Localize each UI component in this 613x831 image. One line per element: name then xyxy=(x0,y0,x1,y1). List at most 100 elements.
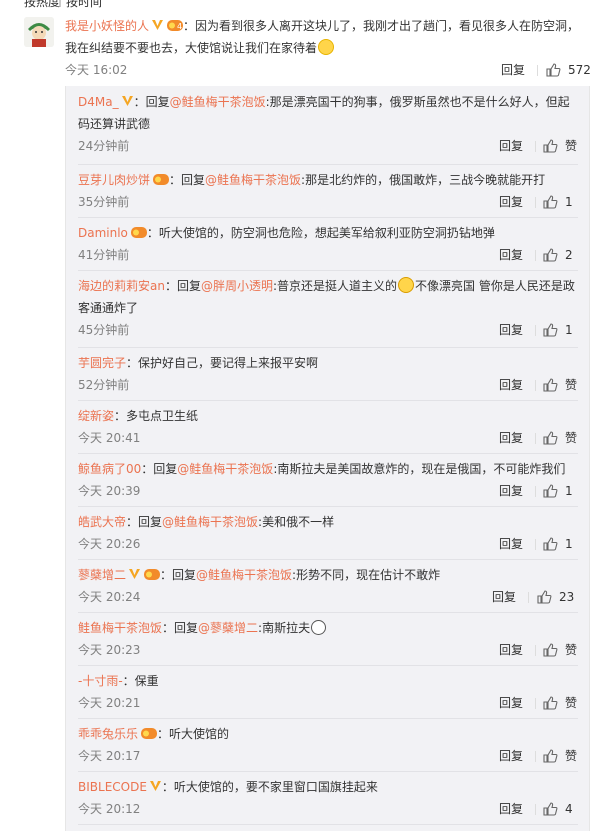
thumbs-up-icon xyxy=(543,749,558,763)
reply-body: :南斯拉夫 xyxy=(258,621,311,635)
thumbs-up-icon xyxy=(543,696,558,710)
like-count: 赞 xyxy=(565,643,578,657)
reply-body: ：听大使馆的，要不家里窗口国旗挂起来 xyxy=(161,780,378,794)
reply-time: 今天 20:41 xyxy=(78,431,141,445)
reply-username[interactable]: -十寸雨- xyxy=(78,674,123,688)
reply-button[interactable]: 回复 xyxy=(499,747,523,765)
reply-text: 芋圆完子：保护好自己，要记得上来报平安啊 xyxy=(78,352,578,374)
like-button[interactable]: 赞 xyxy=(543,641,583,659)
divider xyxy=(535,141,536,152)
like-button[interactable]: 1 xyxy=(543,193,583,211)
reply-button[interactable]: 回复 xyxy=(499,321,523,339)
reply-button[interactable]: 回复 xyxy=(499,641,523,659)
reply-divider xyxy=(78,771,578,772)
like-count: 23 xyxy=(559,590,575,604)
like-button[interactable]: 赞 xyxy=(543,137,583,155)
reply-meta: 41分钟前 回复 2 xyxy=(78,246,578,264)
reply-meta: 今天 20:26 回复 1 xyxy=(78,535,578,553)
like-button[interactable]: 1 xyxy=(543,321,583,339)
reply-username[interactable]: Daminlo xyxy=(78,226,128,240)
reply-divider xyxy=(78,824,578,825)
reply-button[interactable]: 回复 xyxy=(499,429,523,447)
reply-username[interactable]: 豆芽儿肉炒饼 xyxy=(78,173,150,187)
divider xyxy=(535,645,536,656)
reply-username[interactable]: D4Ma_ xyxy=(78,95,119,109)
reply-text: 皓武大帝：回复@鲑鱼梅干茶泡饭:美和俄不一样 xyxy=(78,511,578,533)
divider xyxy=(535,751,536,762)
reply-text: BIBLECODE ：听大使馆的，要不家里窗口国旗挂起来 xyxy=(78,776,578,798)
reply-button[interactable]: 回复 xyxy=(499,193,523,211)
reply-button[interactable]: 回复 xyxy=(499,694,523,712)
reply-body: ：保重 xyxy=(122,674,159,688)
reply-button[interactable]: 回复 xyxy=(499,246,523,264)
sweat-emoji-icon xyxy=(318,39,335,55)
reply-username[interactable]: 皓武大帝 xyxy=(78,515,126,529)
reply-time: 今天 20:21 xyxy=(78,696,141,710)
divider xyxy=(535,698,536,709)
mention-link[interactable]: @鲑鱼梅干茶泡饭 xyxy=(177,462,273,476)
reply-text: D4Ma_ ：回复@鲑鱼梅干茶泡饭:那是漂亮国干的狗事，俄罗斯虽然也不是什么好人，… xyxy=(78,91,578,135)
main-like-button[interactable]: 572 xyxy=(546,61,606,79)
like-button[interactable]: 1 xyxy=(543,535,583,553)
reply-body: :形势不同，现在估计不敢炸 xyxy=(292,568,441,582)
reply-time: 今天 20:17 xyxy=(78,749,141,763)
reply-meta: 52分钟前 回复 赞 xyxy=(78,376,578,394)
reply-username[interactable]: 海边的莉莉安an xyxy=(78,279,165,293)
reply-body: ：保护好自己，要记得上来报平安啊 xyxy=(126,356,319,370)
reply-username[interactable]: 乖乖兔乐乐 xyxy=(78,727,138,741)
reply-username[interactable]: BIBLECODE xyxy=(78,780,147,794)
reply-username[interactable]: 鲑鱼梅干茶泡饭 xyxy=(78,621,162,635)
like-button[interactable]: 赞 xyxy=(543,694,583,712)
reply-username[interactable]: 绽新姿 xyxy=(78,409,114,423)
reply-meta: 今天 20:23 回复 赞 xyxy=(78,641,578,659)
reply-username[interactable]: 芋圆完子 xyxy=(78,356,126,370)
scared-emoji-icon xyxy=(311,620,327,635)
like-count: 4 xyxy=(565,802,573,816)
like-button[interactable]: 23 xyxy=(537,588,577,606)
sort-by-time-tab[interactable]: 按时间 xyxy=(66,0,102,10)
reply-prefix: ：回复 xyxy=(141,462,178,476)
thumbs-up-icon xyxy=(543,248,558,262)
reply-prefix: ：回复 xyxy=(160,568,197,582)
reply-username[interactable]: 鲸鱼病了00 xyxy=(78,462,141,476)
like-button[interactable]: 4 xyxy=(543,800,583,818)
like-button[interactable]: 2 xyxy=(543,246,583,264)
mention-link[interactable]: @鲑鱼梅干茶泡饭 xyxy=(196,568,292,582)
main-like-count: 572 xyxy=(568,63,591,77)
main-reply-button[interactable]: 回复 xyxy=(501,61,525,79)
thumbs-up-icon xyxy=(543,378,558,392)
reply-button[interactable]: 回复 xyxy=(499,482,523,500)
thumbs-up-icon xyxy=(543,643,558,657)
reply-button[interactable]: 回复 xyxy=(499,376,523,394)
reply-button[interactable]: 回复 xyxy=(499,800,523,818)
thumbs-up-icon xyxy=(543,431,558,445)
reply-meta: 今天 20:24 回复 23 xyxy=(78,588,578,606)
like-button[interactable]: 赞 xyxy=(543,429,583,447)
verified-v-icon xyxy=(149,781,161,791)
reply-button[interactable]: 回复 xyxy=(499,137,523,155)
reply-button[interactable]: 回复 xyxy=(492,588,516,606)
mention-link[interactable]: @胖周小透明 xyxy=(201,279,273,293)
mention-link[interactable]: @鲑鱼梅干茶泡饭 xyxy=(170,95,266,109)
like-count: 赞 xyxy=(565,378,578,392)
divider xyxy=(535,325,536,336)
reply-username[interactable]: 蓼蘖增二 xyxy=(78,568,126,582)
mention-link[interactable]: @蓼蘖增二 xyxy=(198,621,258,635)
reply-divider xyxy=(78,347,578,348)
like-button[interactable]: 赞 xyxy=(543,376,583,394)
like-button[interactable]: 1 xyxy=(543,482,583,500)
vip-badge-icon xyxy=(144,569,161,580)
reply-body: :普京还是挺人道主义的 xyxy=(273,279,398,293)
vip-badge-icon xyxy=(153,174,170,185)
reply-body: :美和俄不一样 xyxy=(258,515,335,529)
thinking-emoji-icon xyxy=(398,277,415,293)
like-button[interactable]: 赞 xyxy=(543,747,583,765)
reply-button[interactable]: 回复 xyxy=(499,535,523,553)
reply-time: 52分钟前 xyxy=(78,378,130,392)
avatar[interactable] xyxy=(24,17,54,47)
main-comment-username[interactable]: 我是小妖怪的人 xyxy=(65,19,149,33)
reply-text: -十寸雨-：保重 xyxy=(78,670,578,692)
sort-by-hot-tab[interactable]: 按热度 xyxy=(24,0,60,10)
mention-link[interactable]: @鲑鱼梅干茶泡饭 xyxy=(162,515,258,529)
mention-link[interactable]: @鲑鱼梅干茶泡饭 xyxy=(205,173,301,187)
